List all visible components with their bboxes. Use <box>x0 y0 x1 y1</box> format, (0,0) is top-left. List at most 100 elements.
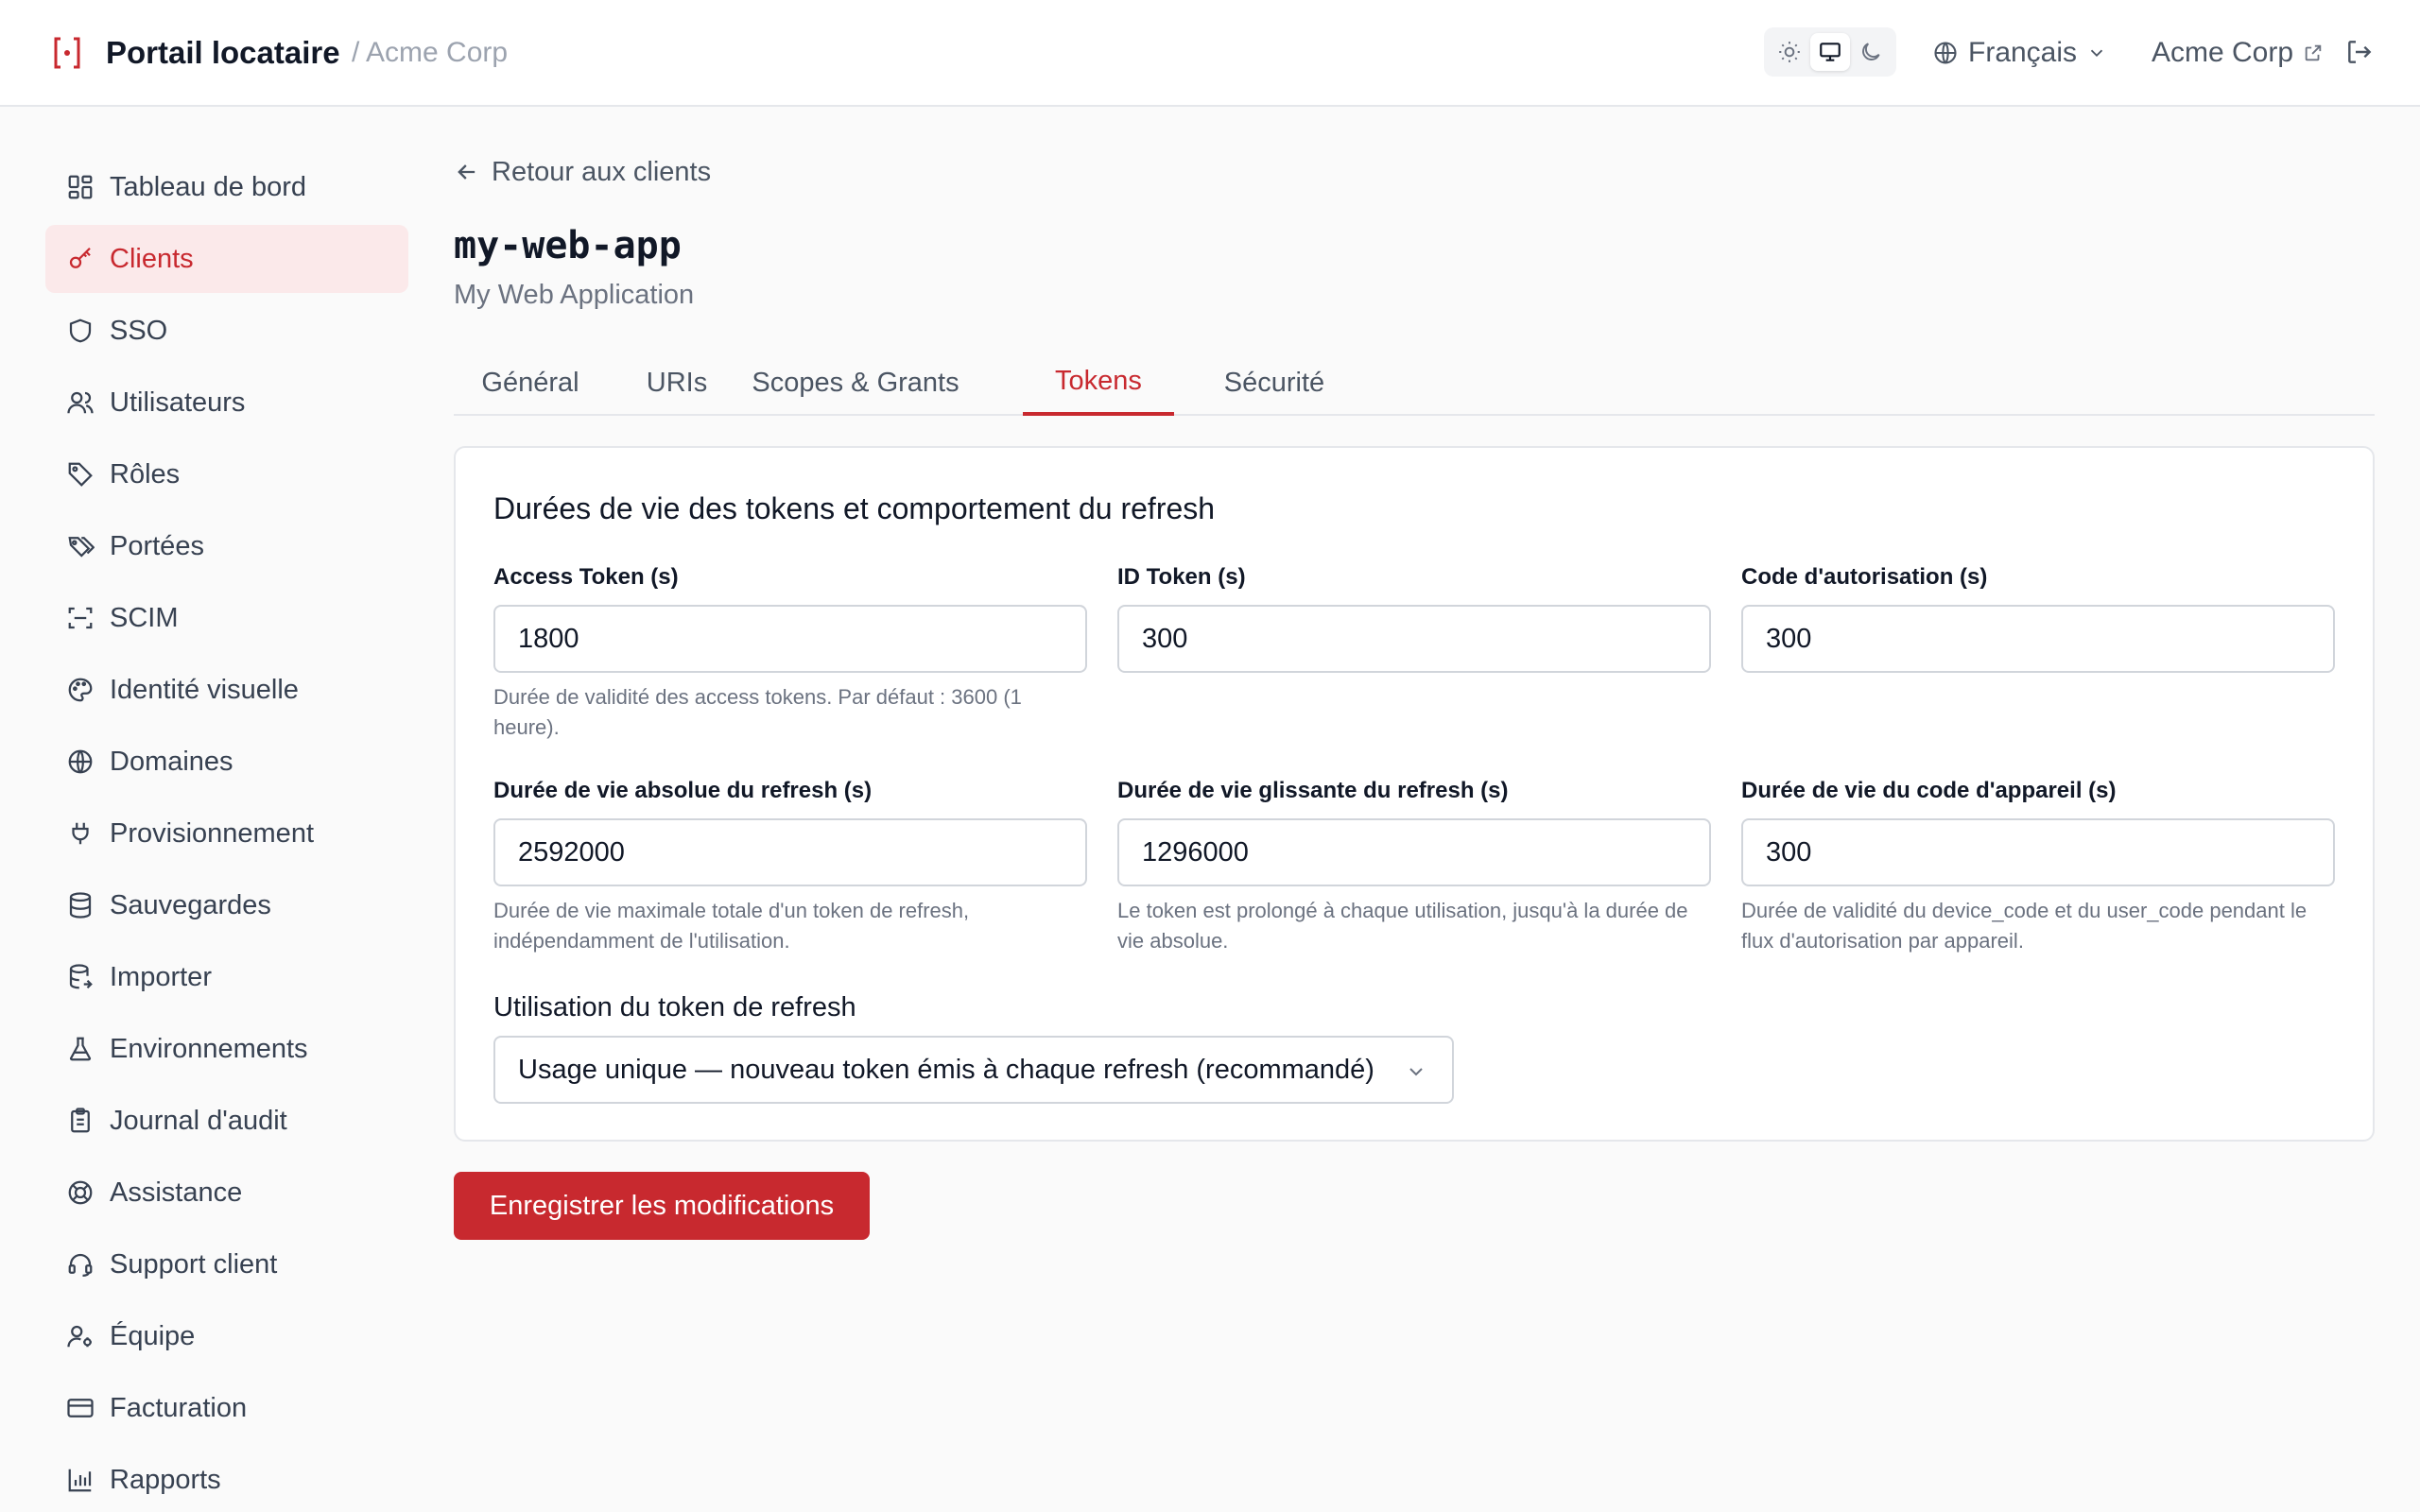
scan-icon <box>68 607 93 629</box>
page-title: my-web-app <box>454 224 682 267</box>
refresh-sliding-help: Le token est prolongé à chaque utilisati… <box>1117 899 1688 953</box>
sidebar-item-label: Support client <box>110 1248 278 1280</box>
top-header: Portail locataire / Acme Corp Français A… <box>0 0 2420 107</box>
sidebar-item-label: Sauvegardes <box>110 889 271 920</box>
sidebar-item-label: SCIM <box>110 602 179 633</box>
sidebar-item-label: SSO <box>110 315 168 346</box>
authorization-code-label: Code d'autorisation (s) <box>1741 564 1988 590</box>
sidebar-item-label: Équipe <box>110 1320 196 1351</box>
arrow-left-icon <box>458 164 475 180</box>
globe-icon <box>68 749 93 774</box>
refresh-sliding-label: Durée de vie glissante du refresh (s) <box>1117 778 1509 803</box>
refresh-usage-select[interactable]: Usage unique — nouveau token émis à chaq… <box>493 1036 1454 1104</box>
sidebar-item-label: Environnements <box>110 1033 308 1064</box>
sidebar-item-backups[interactable]: Sauvegardes <box>45 871 408 939</box>
credit-card-icon <box>67 1399 94 1418</box>
sidebar-item-label: Provisionnement <box>110 817 314 849</box>
theme-dark-button[interactable] <box>1851 33 1891 71</box>
dashboard-icon <box>68 175 93 199</box>
key-icon <box>69 247 91 268</box>
id-token-label: ID Token (s) <box>1117 564 1246 590</box>
save-changes-button[interactable]: Enregistrer les modifications <box>454 1172 870 1240</box>
chevron-down-icon <box>2090 49 2103 58</box>
sidebar-item-scim[interactable]: SCIM <box>45 584 408 652</box>
organization-label: Acme Corp <box>2152 37 2294 68</box>
refresh-usage-value: Usage unique — nouveau token émis à chaq… <box>518 1054 1374 1085</box>
refresh-absolute-input[interactable]: 2592000 <box>493 818 1087 886</box>
shield-icon <box>69 318 92 343</box>
logout-icon <box>2348 41 2372 63</box>
sidebar-item-label: Facturation <box>110 1392 248 1423</box>
language-selector[interactable]: Français <box>1932 34 2107 72</box>
page-subtitle: My Web Application <box>454 280 695 310</box>
authorization-code-input[interactable]: 300 <box>1741 605 2335 673</box>
globe-icon <box>1934 42 1957 64</box>
refresh-sliding-input[interactable]: 1296000 <box>1117 818 1711 886</box>
sidebar-item-label: Journal d'audit <box>110 1105 287 1136</box>
tab-tokens[interactable]: Tokens <box>1023 350 1174 416</box>
sidebar-item-label: Domaines <box>110 746 233 777</box>
device-code-input[interactable]: 300 <box>1741 818 2335 886</box>
database-import-icon <box>69 964 93 989</box>
sidebar-item-clients[interactable]: Clients <box>45 225 408 293</box>
refresh-absolute-help: Durée de vie maximale totale d'un token … <box>493 899 970 953</box>
card-title: Durées de vie des tokens et comportement… <box>493 491 1216 525</box>
theme-system-button[interactable] <box>1809 33 1850 71</box>
sidebar-item-billing[interactable]: Facturation <box>45 1374 408 1442</box>
sidebar-item-label: Assistance <box>110 1177 243 1208</box>
sidebar-item-customer-support[interactable]: Support client <box>45 1230 408 1298</box>
language-label: Français <box>1968 37 2078 68</box>
access-token-input[interactable]: 1800 <box>493 605 1087 673</box>
sidebar-item-domains[interactable]: Domaines <box>45 728 408 796</box>
token-settings-card: Durées de vie des tokens et comportement… <box>454 446 2375 1142</box>
sidebar-item-audit-log[interactable]: Journal d'audit <box>45 1087 408 1155</box>
chevron-down-icon <box>1409 1068 1423 1076</box>
database-icon <box>69 892 92 919</box>
tab-general[interactable]: Général <box>454 350 607 416</box>
tab-security[interactable]: Sécurité <box>1191 350 1357 416</box>
device-code-help: Durée de validité du device_code et du u… <box>1741 899 2308 953</box>
theme-switcher <box>1764 27 1896 77</box>
logout-button[interactable] <box>2344 37 2375 72</box>
sidebar-item-label: Tableau de bord <box>110 171 306 202</box>
back-link-label: Retour aux clients <box>492 157 712 187</box>
id-token-input[interactable]: 300 <box>1117 605 1711 673</box>
sidebar-item-branding[interactable]: Identité visuelle <box>45 656 408 724</box>
client-tabs: Général URIs Scopes & Grants Tokens Sécu… <box>454 350 2375 416</box>
sidebar-item-label: Rapports <box>110 1464 221 1495</box>
sidebar-item-team[interactable]: Équipe <box>45 1302 408 1370</box>
sidebar-item-reports[interactable]: Rapports <box>45 1446 408 1512</box>
back-to-clients-link[interactable]: Retour aux clients <box>454 153 711 191</box>
refresh-usage-label: Utilisation du token de refresh <box>493 992 856 1022</box>
tag-icon <box>68 462 93 487</box>
plug-icon <box>72 822 89 845</box>
sidebar-item-environments[interactable]: Environnements <box>45 1015 408 1083</box>
sun-icon <box>1779 42 1801 62</box>
access-token-help: Durée de validité des access tokens. Par… <box>493 685 1022 739</box>
sidebar-item-scopes[interactable]: Portées <box>45 512 408 580</box>
users-icon <box>67 391 94 414</box>
tab-uris[interactable]: URIs <box>622 350 732 416</box>
brand-title[interactable]: Portail locataire <box>106 34 340 72</box>
sidebar-item-roles[interactable]: Rôles <box>45 440 408 508</box>
lifebuoy-icon <box>68 1180 93 1205</box>
theme-light-button[interactable] <box>1770 33 1809 71</box>
sidebar-item-assistance[interactable]: Assistance <box>45 1159 408 1227</box>
sidebar-item-sso[interactable]: SSO <box>45 297 408 365</box>
sidebar-item-provisioning[interactable]: Provisionnement <box>45 799 408 868</box>
sidebar-item-dashboard[interactable]: Tableau de bord <box>45 153 408 221</box>
tenant-breadcrumb: / Acme Corp <box>352 37 509 68</box>
sidebar-item-label: Identité visuelle <box>110 674 299 705</box>
user-cog-icon <box>67 1325 92 1348</box>
sidebar-item-users[interactable]: Utilisateurs <box>45 369 408 437</box>
tab-scopes-grants[interactable]: Scopes & Grants <box>747 350 964 416</box>
headset-icon <box>68 1253 93 1277</box>
device-code-label: Durée de vie du code d'appareil (s) <box>1741 778 2117 803</box>
flask-icon <box>69 1037 92 1061</box>
sidebar-item-label: Portées <box>110 530 204 561</box>
sidebar-item-import[interactable]: Importer <box>45 943 408 1011</box>
palette-icon <box>68 678 93 702</box>
moon-icon <box>1861 43 1880 60</box>
organization-link[interactable]: Acme Corp <box>2152 34 2324 72</box>
monitor-icon <box>1820 43 1841 61</box>
